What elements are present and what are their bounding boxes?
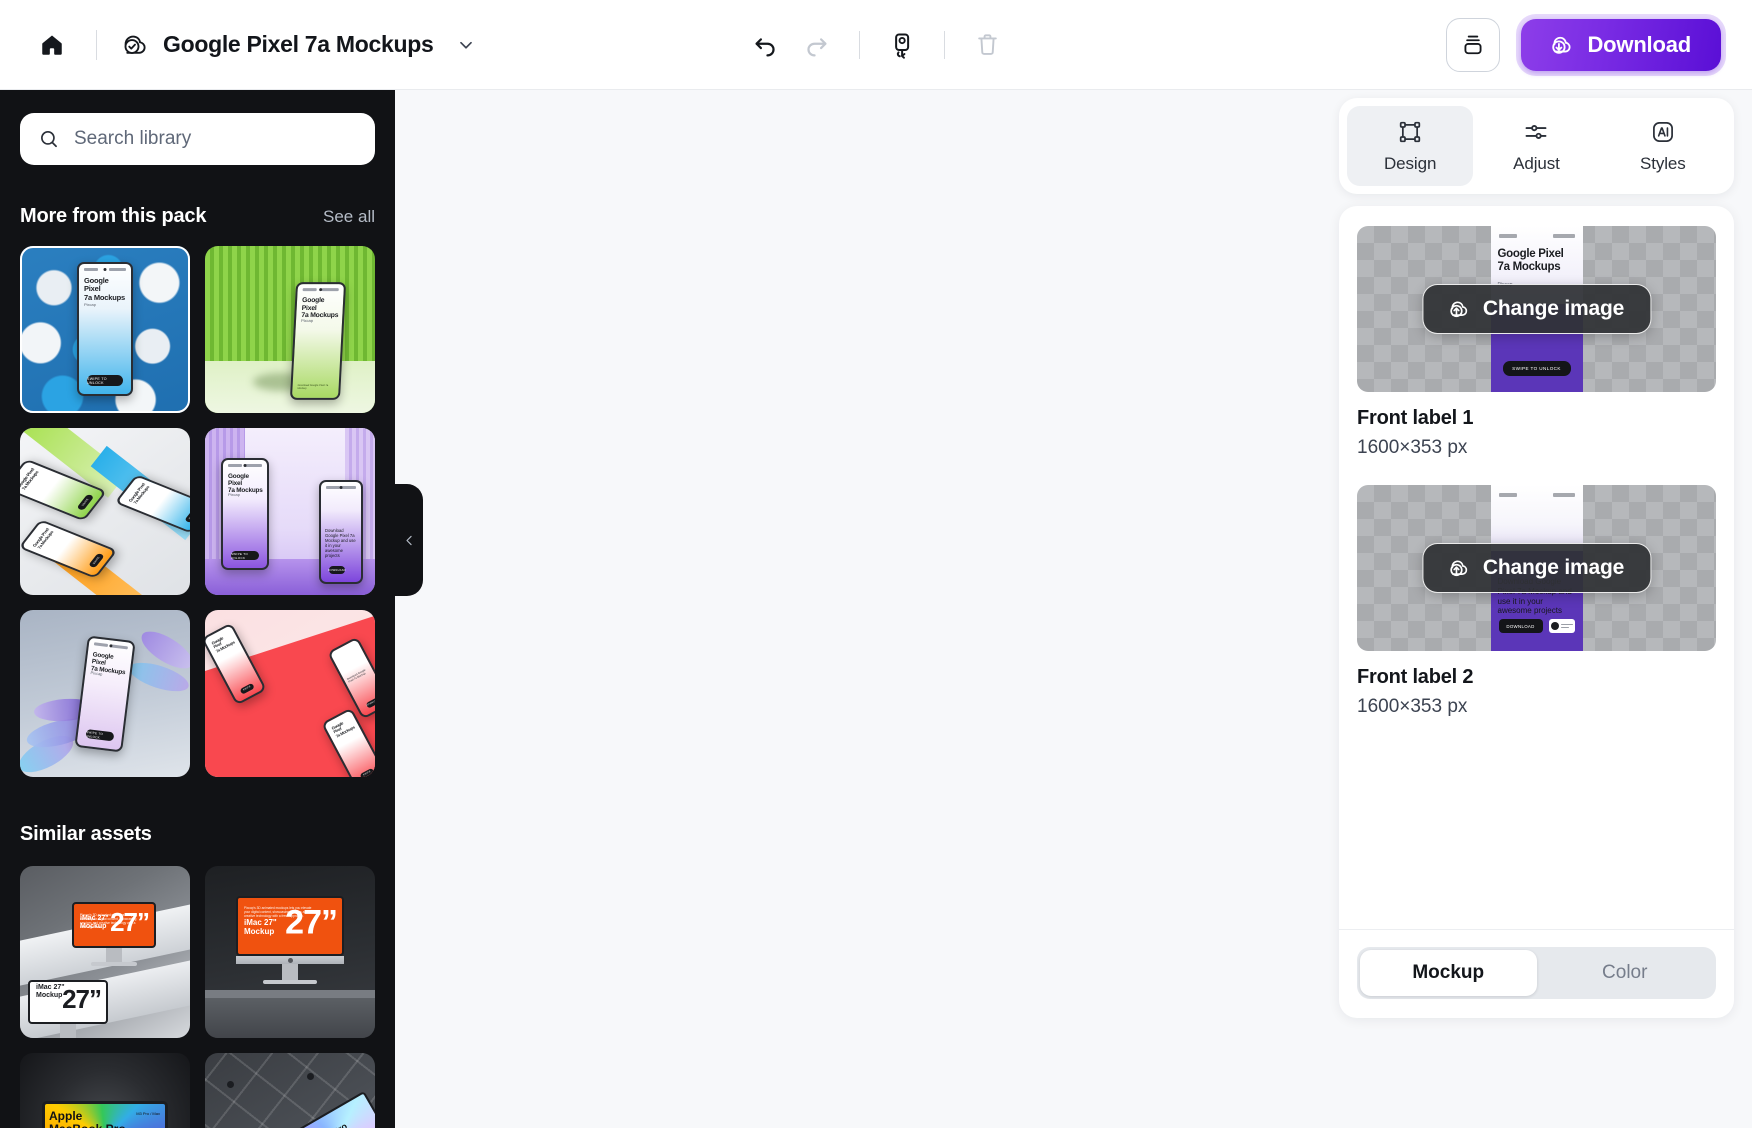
search-icon [41, 131, 57, 148]
layer-preview-cta-1: SWIPE TO UNLOCK [1502, 361, 1571, 376]
undo-button[interactable] [739, 19, 791, 71]
layer-list: Google Pixel7a Mockups Pixcap SWIPE TO U… [1339, 206, 1734, 929]
pack-section-header: More from this pack See all [20, 205, 375, 228]
tab-design-label: Design [1384, 153, 1437, 173]
pack-thumbnail-grid: Google Pixel 7a Mockups Pixcap SWIPE TO U… [20, 246, 375, 777]
layer-preview-cta-row-2: DOWNLOAD [1498, 619, 1575, 633]
layer-preview-badge-2 [1548, 619, 1575, 633]
search-input[interactable] [74, 128, 357, 150]
similar-thumb-2[interactable]: Pixcap's 3D animated mockups lets you el… [205, 866, 375, 1038]
cloud-download-icon [1552, 36, 1571, 54]
segment-color[interactable]: Color [1537, 950, 1714, 996]
layer-item-front-label-2: Download Google Pixel 7a Mockup and use … [1357, 485, 1716, 718]
chevron-left-icon [405, 535, 412, 545]
tab-adjust[interactable]: Adjust [1473, 106, 1599, 186]
tool-separator-2 [944, 30, 945, 59]
layer-name-1: Front label 1 [1357, 407, 1474, 429]
layer-name-2: Front label 2 [1357, 666, 1474, 688]
topbar-center-tools [739, 19, 1013, 71]
transform-handles-icon [1399, 121, 1421, 142]
see-all-link[interactable]: See all [323, 207, 375, 227]
sliders-icon [1526, 124, 1547, 139]
change-image-button-1[interactable]: Change image [1421, 284, 1652, 334]
search-input-wrapper[interactable] [20, 113, 375, 165]
pack-thumb-5[interactable]: Google Pixel 7a Mockups Pixcap SWIPE TO U… [20, 610, 190, 777]
document-menu-toggle[interactable] [455, 34, 477, 56]
layer-thumbnail-2[interactable]: Download Google Pixel 7a Mockup and use … [1357, 485, 1716, 651]
ai-icon [1652, 121, 1673, 142]
layer-dimensions-1: 1600×353 px [1357, 437, 1468, 458]
replace-image-icon [895, 32, 910, 59]
library-sidebar: More from this pack See all Google Pixel… [0, 90, 395, 1128]
similar-thumbnail-grid: Pixcap's 3D animated mockups lets you el… [20, 866, 375, 1128]
topbar-right-group: Download [1446, 0, 1726, 90]
tab-design[interactable]: Design [1347, 106, 1474, 186]
change-image-label-2: Change image [1482, 556, 1625, 579]
layers-icon [1464, 35, 1482, 55]
tab-styles-label: Styles [1639, 153, 1686, 173]
trash-icon [977, 34, 997, 55]
layer-dimensions-2: 1600×353 px [1357, 696, 1468, 717]
tab-adjust-label: Adjust [1513, 153, 1560, 173]
change-image-label-1: Change image [1482, 297, 1625, 320]
similar-thumb-1[interactable]: Pixcap's 3D animated mockups lets you el… [20, 866, 190, 1038]
replace-image-button[interactable] [876, 19, 928, 71]
layer-item-front-label-1: Google Pixel7a Mockups Pixcap SWIPE TO U… [1357, 226, 1716, 459]
cloud-check-icon [124, 35, 146, 54]
redo-icon [807, 37, 827, 56]
change-image-button-2[interactable]: Change image [1421, 543, 1652, 593]
layer-preview-title-1: Google Pixel 7a Mockups [1497, 248, 1564, 273]
layer-preview-cta-2: DOWNLOAD [1498, 619, 1543, 633]
chevron-down-icon [460, 41, 473, 49]
right-properties-panel: Design Adjust Styles Google Pixel 7a Moc… [1339, 98, 1734, 1018]
layer-thumbnail-1[interactable]: Google Pixel7a Mockups Pixcap SWIPE TO U… [1357, 226, 1716, 392]
tool-separator-1 [859, 30, 860, 59]
delete-button[interactable] [961, 19, 1013, 71]
topbar-divider [96, 29, 97, 60]
pack-thumb-2[interactable]: Google Pixel 7a Mockups Pixcap Download G… [205, 246, 375, 413]
mockup-color-segmented-control: Mockup Color [1357, 947, 1716, 999]
top-toolbar: Google Pixel 7a Mockups Download [0, 0, 1752, 90]
pack-thumb-6[interactable]: Google Pixel 7a Mockups SWIPE Download Go… [205, 610, 375, 777]
download-button-label: Download [1587, 32, 1691, 57]
properties-card: Google Pixel7a Mockups Pixcap SWIPE TO U… [1339, 206, 1734, 1018]
panel-tabs: Design Adjust Styles [1339, 98, 1734, 194]
download-button-ring: Download [1516, 14, 1726, 76]
cloud-upload-icon [1449, 559, 1467, 576]
similar-section-title: Similar assets [20, 823, 152, 845]
pack-thumb-4[interactable]: Google Pixel 7a Mockups Pixcap SWIPE TO U… [205, 428, 375, 595]
similar-thumb-3[interactable]: AppleMacBook Pro M3 Pro / Max [20, 1053, 190, 1128]
pack-thumb-1[interactable]: Google Pixel 7a Mockups Pixcap SWIPE TO U… [20, 246, 190, 413]
redo-button[interactable] [791, 19, 843, 71]
download-button[interactable]: Download [1521, 19, 1721, 71]
cloud-upload-icon [1449, 300, 1467, 317]
tab-styles[interactable]: Styles [1600, 106, 1726, 186]
segment-mockup[interactable]: Mockup [1360, 950, 1537, 996]
sidebar-collapse-toggle[interactable] [395, 484, 423, 596]
topbar-left-group: Google Pixel 7a Mockups [0, 23, 477, 67]
undo-icon [755, 37, 775, 56]
home-icon [42, 34, 62, 55]
document-title: Google Pixel 7a Mockups [163, 31, 434, 57]
pack-section-title: More from this pack [20, 205, 207, 227]
properties-footer: Mockup Color [1339, 929, 1734, 1018]
similar-thumb-4[interactable]: AppleMacBook Pro [205, 1053, 375, 1128]
pack-thumb-3[interactable]: Google Pixel 7a Mockups SWIPE Google Pixe… [20, 428, 190, 595]
layers-panel-button[interactable] [1446, 18, 1501, 72]
home-button[interactable] [30, 23, 74, 67]
document-chip[interactable]: Google Pixel 7a Mockups [119, 30, 477, 60]
